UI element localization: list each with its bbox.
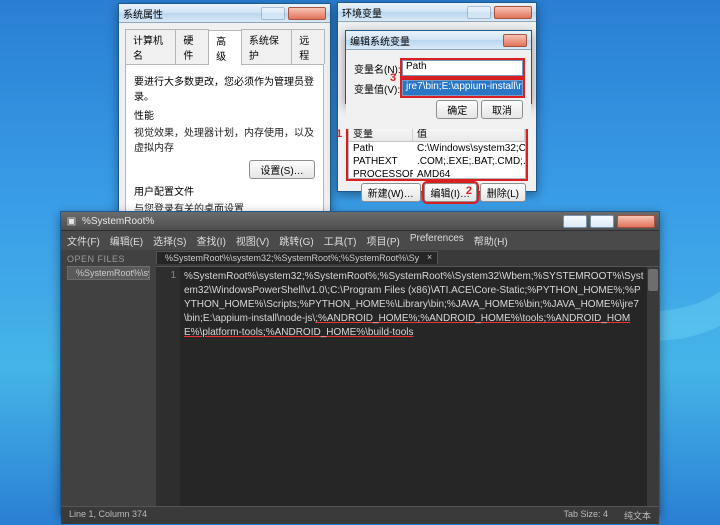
annotation-3: 3 <box>390 72 396 84</box>
minimize-button[interactable] <box>563 215 587 228</box>
window-title: %SystemRoot% <box>82 216 563 227</box>
annotation-1: 1 <box>336 128 342 140</box>
titlebar-sysprops[interactable]: 系统属性 <box>119 4 330 23</box>
tabstrip: 计算机名 硬件 高级 系统保护 远程 <box>125 29 324 65</box>
menu-select[interactable]: 选择(S) <box>153 233 186 248</box>
delete-sysvar-button[interactable]: 删除(L) <box>480 183 526 202</box>
titlebar-editor[interactable]: ▣ %SystemRoot% <box>61 212 659 231</box>
close-button[interactable] <box>503 34 527 47</box>
menu-edit[interactable]: 编辑(E) <box>110 233 143 248</box>
status-bar: Line 1, Column 374 Tab Size: 4 纯文本 <box>61 506 659 524</box>
menu-find[interactable]: 查找(I) <box>196 233 225 248</box>
status-tabsize[interactable]: Tab Size: 4 <box>563 509 608 522</box>
tab-protection[interactable]: 系统保护 <box>241 29 292 64</box>
close-button[interactable] <box>494 6 532 19</box>
table-row[interactable]: PathC:\Windows\system32;C:\Windows;… <box>349 142 525 155</box>
status-cursor: Line 1, Column 374 <box>69 509 147 522</box>
open-file-item[interactable]: %SystemRoot%\system3 <box>67 266 150 280</box>
ok-button[interactable]: 确定 <box>436 100 478 119</box>
perf-head: 性能 <box>134 107 315 122</box>
window-title: 编辑系统变量 <box>350 33 503 48</box>
perf-desc: 视觉效果，处理器计划，内存使用，以及虚拟内存 <box>134 124 315 154</box>
open-files-label: OPEN FILES <box>61 250 156 266</box>
edit-sysvar-dialog: 编辑系统变量 变量名(N): Path 变量值(V): 3 jre7\bin;E… <box>345 30 532 104</box>
system-properties-window: 系统属性 计算机名 硬件 高级 系统保护 远程 要进行大多数更改，您必须作为管理… <box>118 3 331 217</box>
menu-view[interactable]: 视图(V) <box>236 233 269 248</box>
cancel-button[interactable]: 取消 <box>481 100 523 119</box>
code-content[interactable]: %SystemRoot%\system32;%SystemRoot%;%Syst… <box>184 270 645 340</box>
var-name-input[interactable]: Path <box>402 60 523 76</box>
close-button[interactable] <box>288 7 326 20</box>
menu-preferences[interactable]: Preferences <box>410 233 464 248</box>
close-button[interactable] <box>617 215 655 228</box>
gutter: 1 <box>156 267 180 506</box>
annotation-2: 2 <box>466 185 472 197</box>
menu-help[interactable]: 帮助(H) <box>474 233 508 248</box>
titlebar-editvar[interactable]: 编辑系统变量 <box>346 31 531 50</box>
menu-project[interactable]: 项目(P) <box>367 233 400 248</box>
window-title: 环境变量 <box>342 5 467 20</box>
tab-computer-name[interactable]: 计算机名 <box>125 29 176 64</box>
help-button[interactable] <box>467 6 491 19</box>
vertical-scrollbar[interactable] <box>647 267 659 506</box>
menu-bar: 文件(F) 编辑(E) 选择(S) 查找(I) 视图(V) 跳转(G) 工具(T… <box>61 231 659 250</box>
maximize-button[interactable] <box>590 215 614 228</box>
tab-remote[interactable]: 远程 <box>291 29 325 64</box>
sysvars-table[interactable]: 变量 值 PathC:\Windows\system32;C:\Windows;… <box>348 123 526 179</box>
menu-tools[interactable]: 工具(T) <box>324 233 357 248</box>
help-button[interactable] <box>261 7 285 20</box>
tab-body: 要进行大多数更改，您必须作为管理员登录。 性能 视觉效果，处理器计划，内存使用，… <box>125 65 324 229</box>
sidebar: OPEN FILES %SystemRoot%\system3 <box>61 250 156 506</box>
document-tab[interactable]: %SystemRoot%\system32;%SystemRoot%;%Syst… <box>156 251 438 264</box>
status-filetype[interactable]: 纯文本 <box>624 509 651 522</box>
tab-advanced[interactable]: 高级 <box>208 30 242 65</box>
perf-settings-button[interactable]: 设置(S)… <box>249 160 315 179</box>
editor-icon: ▣ <box>65 215 78 228</box>
table-row[interactable]: PROCESSOR_AR…AMD64 <box>349 168 525 179</box>
var-value-input[interactable]: jre7\bin;E:\appium-install\node;% <box>402 80 523 96</box>
document-pane[interactable]: %SystemRoot%\system32;%SystemRoot%;%Syst… <box>156 266 659 506</box>
menu-goto[interactable]: 跳转(G) <box>279 233 313 248</box>
intro-text: 要进行大多数更改，您必须作为管理员登录。 <box>134 73 315 103</box>
profile-head: 用户配置文件 <box>134 183 315 198</box>
tab-hardware[interactable]: 硬件 <box>175 29 209 64</box>
new-sysvar-button[interactable]: 新建(W)… <box>361 183 421 202</box>
menu-file[interactable]: 文件(F) <box>67 233 100 248</box>
window-title: 系统属性 <box>123 6 261 21</box>
editor-window: ▣ %SystemRoot% 文件(F) 编辑(E) 选择(S) 查找(I) 视… <box>60 211 660 516</box>
table-row[interactable]: PATHEXT.COM;.EXE;.BAT;.CMD;.VBS;.VBE;… <box>349 155 525 168</box>
titlebar-envvars[interactable]: 环境变量 <box>338 3 536 22</box>
